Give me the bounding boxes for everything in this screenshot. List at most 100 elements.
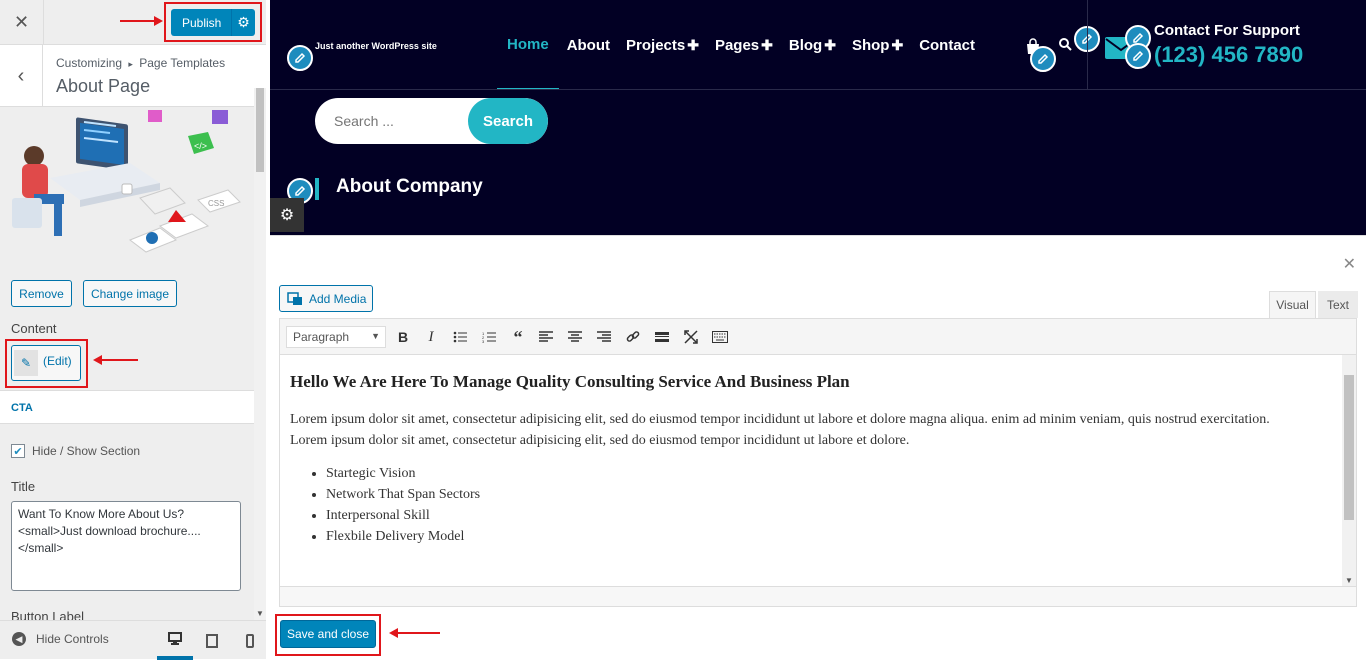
preview-desktop-icon[interactable] bbox=[157, 621, 193, 660]
support-title: Contact For Support bbox=[1154, 22, 1300, 39]
title-textarea[interactable]: Want To Know More About Us? <small>Just … bbox=[11, 501, 241, 591]
align-center-icon[interactable] bbox=[565, 327, 585, 347]
customizer-scrollbar[interactable]: ▼ bbox=[254, 88, 266, 620]
change-image-button[interactable]: Change image bbox=[83, 280, 177, 307]
arrow-to-save-icon bbox=[389, 628, 440, 638]
hide-show-section-toggle[interactable]: ✔ Hide / Show Section bbox=[11, 444, 140, 458]
nav-label: Contact bbox=[919, 36, 976, 54]
save-close-highlight: Save and close bbox=[275, 614, 381, 656]
publish-button[interactable]: Publish ⚙ bbox=[171, 9, 255, 36]
breadcrumb-root: Customizing bbox=[56, 56, 123, 70]
scrollbar-thumb[interactable] bbox=[256, 88, 264, 172]
nav-item-projects[interactable]: Projects ✚ bbox=[618, 0, 707, 90]
close-icon[interactable]: ✕ bbox=[1343, 254, 1356, 274]
tab-visual[interactable]: Visual bbox=[1269, 291, 1316, 318]
gear-icon[interactable]: ⚙ bbox=[270, 198, 304, 232]
save-and-close-button[interactable]: Save and close bbox=[280, 620, 376, 648]
header-divider bbox=[1087, 0, 1088, 90]
nav-item-blog[interactable]: Blog ✚ bbox=[781, 0, 844, 90]
title-label: Title bbox=[11, 479, 36, 494]
read-more-icon[interactable] bbox=[652, 327, 672, 347]
about-image-preview: </> CSS bbox=[12, 110, 241, 253]
checkbox-checked-icon[interactable]: ✔ bbox=[11, 444, 25, 458]
plus-icon: ✚ bbox=[687, 36, 699, 53]
nav-item-pages[interactable]: Pages ✚ bbox=[707, 0, 781, 90]
svg-text:CSS: CSS bbox=[208, 199, 224, 208]
publish-label: Publish bbox=[182, 15, 222, 30]
tab-text[interactable]: Text bbox=[1318, 291, 1358, 318]
align-right-icon[interactable] bbox=[594, 327, 614, 347]
list-item: Interpersonal Skill bbox=[326, 505, 1340, 526]
customizer-panel: ✕ Publish ⚙ ‹ Customizing ▸ Page Templat… bbox=[0, 0, 268, 660]
breadcrumb-section: Page Templates bbox=[139, 56, 226, 70]
pencil-icon: ✎ bbox=[14, 350, 38, 376]
section-title: About Company bbox=[336, 176, 483, 197]
publish-settings-gear-icon[interactable]: ⚙ bbox=[231, 9, 255, 36]
plus-icon: ✚ bbox=[824, 36, 836, 53]
cta-section-heading: CTA bbox=[0, 390, 254, 424]
hide-controls-button[interactable]: ◀ Hide Controls bbox=[12, 632, 109, 646]
content-label: Content bbox=[11, 321, 57, 336]
chevron-down-icon: ▼ bbox=[371, 331, 380, 341]
nav-label: Home bbox=[507, 35, 549, 53]
nav-item-shop[interactable]: Shop ✚ bbox=[844, 0, 911, 90]
nav-label: About bbox=[566, 36, 611, 54]
publish-highlight: Publish ⚙ bbox=[164, 2, 262, 42]
search-icon[interactable] bbox=[1058, 37, 1072, 54]
site-preview: Just another WordPress site Home About P… bbox=[270, 0, 1366, 235]
site-tagline: Just another WordPress site bbox=[315, 41, 437, 51]
bullet-list-icon[interactable] bbox=[450, 327, 470, 347]
collapse-arrow-icon: ◀ bbox=[12, 632, 26, 646]
preview-tablet-icon[interactable] bbox=[194, 621, 230, 660]
add-media-button[interactable]: Add Media bbox=[279, 285, 373, 312]
edit-content-label: (Edit) bbox=[43, 354, 72, 368]
edit-content-highlight: ✎ (Edit) bbox=[5, 339, 88, 388]
media-icon bbox=[287, 291, 302, 305]
nav-item-about[interactable]: About bbox=[559, 0, 618, 90]
nav-label: Shop bbox=[851, 36, 890, 54]
content-paragraph: Lorem ipsum dolor sit amet, consectetur … bbox=[290, 412, 1270, 427]
scroll-down-arrow-icon[interactable]: ▼ bbox=[256, 609, 264, 618]
pencil-icon[interactable] bbox=[1125, 43, 1151, 69]
arrow-to-publish-icon bbox=[120, 16, 163, 26]
preview-mobile-icon[interactable] bbox=[232, 621, 268, 660]
edit-content-button[interactable]: ✎ (Edit) bbox=[11, 345, 81, 381]
site-search-button[interactable]: Search bbox=[468, 98, 548, 144]
format-select-value: Paragraph bbox=[293, 330, 350, 344]
italic-icon[interactable]: I bbox=[421, 327, 441, 347]
scrollbar-thumb[interactable] bbox=[1344, 375, 1354, 520]
nav-item-home[interactable]: Home bbox=[497, 0, 559, 90]
svg-text:3: 3 bbox=[482, 339, 485, 343]
scroll-down-arrow-icon[interactable]: ▼ bbox=[1345, 576, 1353, 585]
nav-item-contact[interactable]: Contact bbox=[911, 0, 983, 90]
toolbar-toggle-icon[interactable] bbox=[710, 327, 730, 347]
content-list: Startegic Vision Network That Span Secto… bbox=[326, 463, 1340, 547]
breadcrumb: Customizing ▸ Page Templates bbox=[56, 56, 225, 70]
remove-image-button[interactable]: Remove bbox=[11, 280, 72, 307]
site-search-input[interactable] bbox=[315, 98, 475, 144]
customizer-controls: </> CSS Remove Change image Content ✎ (E… bbox=[0, 108, 254, 620]
close-icon[interactable]: ✕ bbox=[0, 0, 44, 44]
header-bottom-border bbox=[270, 89, 1366, 90]
content-heading: Hello We Are Here To Manage Quality Cons… bbox=[290, 372, 850, 391]
customizer-footer: ◀ Hide Controls bbox=[0, 620, 268, 660]
site-search-form: Search bbox=[315, 98, 548, 144]
bold-icon[interactable]: B bbox=[393, 327, 413, 347]
editor-content-area[interactable]: Hello We Are Here To Manage Quality Cons… bbox=[279, 355, 1357, 587]
link-icon[interactable] bbox=[623, 327, 643, 347]
pencil-icon[interactable] bbox=[1030, 46, 1056, 72]
support-phone[interactable]: (123) 456 7890 bbox=[1154, 42, 1303, 68]
fullscreen-icon[interactable] bbox=[681, 327, 701, 347]
list-item: Flexbile Delivery Model bbox=[326, 526, 1340, 547]
back-arrow-icon[interactable]: ‹ bbox=[0, 45, 43, 107]
editor-scrollbar[interactable]: ▼ bbox=[1342, 355, 1356, 586]
pencil-icon[interactable] bbox=[287, 45, 313, 71]
editor-toolbar: Paragraph ▼ B I 123 “ bbox=[279, 318, 1357, 355]
format-select[interactable]: Paragraph ▼ bbox=[286, 326, 386, 348]
align-left-icon[interactable] bbox=[536, 327, 556, 347]
main-navigation: Home About Projects ✚ Pages ✚ Blog ✚ Shop ✚ … bbox=[497, 0, 983, 90]
numbered-list-icon[interactable]: 123 bbox=[479, 327, 499, 347]
breadcrumb-separator: ▸ bbox=[128, 59, 133, 69]
blockquote-icon[interactable]: “ bbox=[508, 327, 528, 347]
list-item: Network That Span Sectors bbox=[326, 484, 1340, 505]
